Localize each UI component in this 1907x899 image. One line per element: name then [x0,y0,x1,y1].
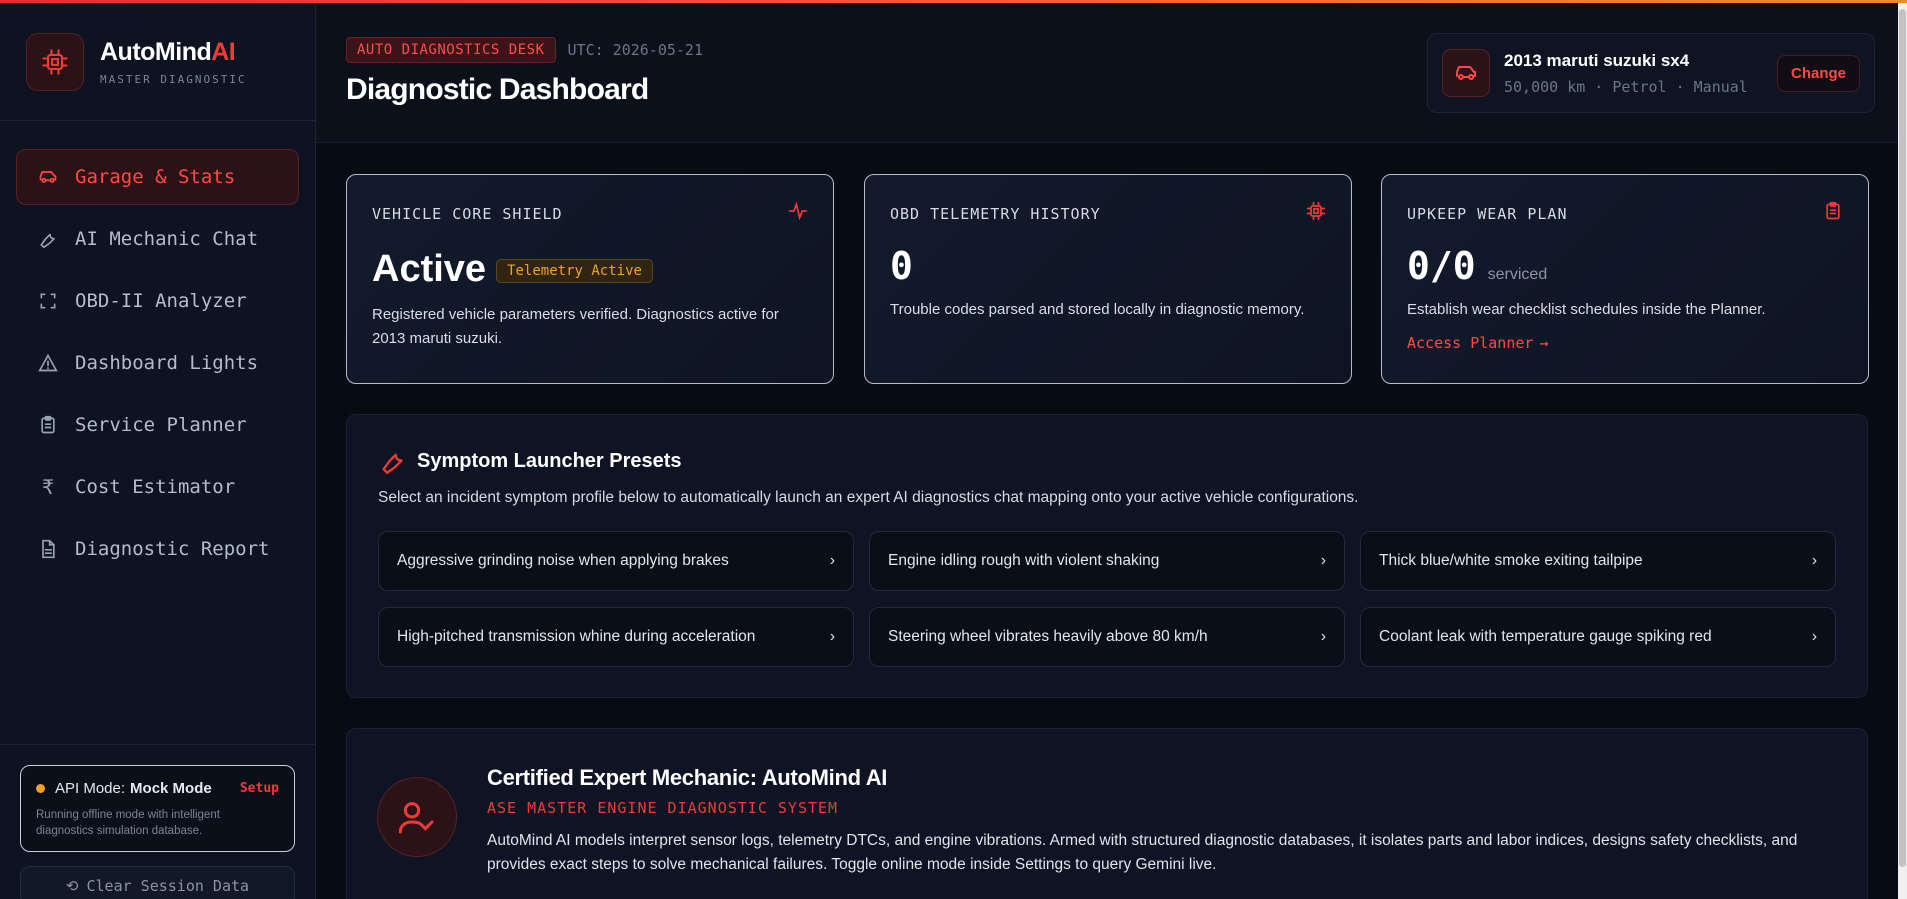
symptom-label: High-pitched transmission whine during a… [397,628,756,645]
upkeep-wear-plan-card: UPKEEP WEAR PLAN 0/0 serviced Establish … [1381,174,1869,384]
wrench-icon [379,447,407,475]
scan-icon [37,290,59,312]
expert-mechanic-panel: Certified Expert Mechanic: AutoMind AI A… [346,728,1868,899]
clipboard-icon [37,414,59,436]
chevron-right-icon: › [1811,552,1817,569]
warning-icon [37,352,59,374]
page-header: AUTO DIAGNOSTICS DESK UTC: 2026-05-21 Di… [316,3,1907,143]
sidebar-item-obd-analyzer[interactable]: OBD-II Analyzer [16,273,299,329]
symptom-preset[interactable]: Engine idling rough with violent shaking… [869,531,1345,591]
panel-title: Symptom Launcher Presets [417,449,682,472]
api-mode-label: API Mode: [55,780,126,797]
rupee-icon: ₹ [41,475,55,499]
mechanic-subtitle: ASE MASTER ENGINE DIAGNOSTIC SYSTEM [487,799,839,817]
dtc-count: 0 [890,244,913,288]
mechanic-description: AutoMind AI models interpret sensor logs… [487,832,1798,873]
symptom-preset[interactable]: High-pitched transmission whine during a… [378,607,854,667]
chip-icon [26,32,84,91]
symptom-preset[interactable]: Thick blue/white smoke exiting tailpipe … [1360,531,1836,591]
card-title: VEHICLE CORE SHIELD [372,204,563,223]
sidebar-item-garage-stats[interactable]: Garage & Stats [16,149,299,205]
scrollbar-thumb[interactable] [1899,9,1906,867]
page-title: Diagnostic Dashboard [346,73,649,106]
mechanic-title: Certified Expert Mechanic: AutoMind AI [487,765,888,790]
change-vehicle-button[interactable]: Change [1776,54,1860,92]
clear-session-button[interactable]: ⟲ Clear Session Data [20,866,295,899]
desk-badge: AUTO DIAGNOSTICS DESK [346,37,556,63]
api-mode-card: API Mode: Mock Mode Setup Running offlin… [20,765,295,852]
pulse-icon [788,201,808,226]
symptom-label: Engine idling rough with violent shaking [888,552,1160,569]
sidebar: AutoMindAI MASTER DIAGNOSTIC Garage & St… [0,3,316,899]
vehicle-core-shield-card: VEHICLE CORE SHIELD Active Telemetry Act… [346,174,834,384]
sidebar-item-label: AI Mechanic Chat [75,228,259,250]
shield-status: Active [372,248,487,290]
symptom-label: Steering wheel vibrates heavily above 80… [888,628,1208,645]
car-icon [1442,49,1490,97]
mechanic-avatar-icon [377,777,457,857]
document-icon [37,538,59,560]
card-description: Registered vehicle parameters verified. … [372,306,779,347]
utc-date: UTC: 2026-05-21 [567,41,703,59]
sidebar-item-label: Garage & Stats [75,166,236,188]
brand: AutoMindAI MASTER DIAGNOSTIC [0,3,315,121]
panel-description: Select an incident symptom profile below… [378,489,1359,506]
sidebar-item-service-planner[interactable]: Service Planner [16,397,299,453]
symptom-label: Thick blue/white smoke exiting tailpipe [1379,552,1643,569]
serviced-label: serviced [1487,266,1548,283]
sidebar-item-ai-mechanic-chat[interactable]: AI Mechanic Chat [16,211,299,267]
obd-telemetry-card: OBD TELEMETRY HISTORY 0 Trouble codes pa… [864,174,1352,384]
symptom-preset[interactable]: Coolant leak with temperature gauge spik… [1360,607,1836,667]
sidebar-item-label: Service Planner [75,414,247,436]
sidebar-nav: Garage & Stats AI Mechanic Chat OBD-II A… [0,121,315,577]
chevron-right-icon: › [1811,628,1817,645]
vehicle-name: 2013 maruti suzuki sx4 [1504,50,1690,70]
page-scrollbar[interactable] [1898,3,1907,899]
sidebar-item-dashboard-lights[interactable]: Dashboard Lights [16,335,299,391]
chip-icon [1306,201,1326,226]
chevron-right-icon: › [829,552,835,569]
chevron-right-icon: › [1320,552,1326,569]
sidebar-item-label: Diagnostic Report [75,538,270,560]
access-planner-link[interactable]: Access Planner → [1407,334,1843,352]
serviced-count: 0/0 [1407,244,1476,288]
sidebar-item-diagnostic-report[interactable]: Diagnostic Report [16,521,299,577]
sidebar-item-cost-estimator[interactable]: ₹ Cost Estimator [16,459,299,515]
clear-session-label: Clear Session Data [86,877,250,895]
sidebar-item-label: Cost Estimator [75,476,236,498]
sidebar-item-label: OBD-II Analyzer [75,290,247,312]
status-dot [36,784,45,793]
brand-name: AutoMindAI [100,37,236,66]
sidebar-footer: API Mode: Mock Mode Setup Running offlin… [0,744,315,899]
card-title: OBD TELEMETRY HISTORY [890,204,1101,223]
chevron-right-icon: › [829,628,835,645]
brand-subtitle: MASTER DIAGNOSTIC [100,72,247,86]
symptom-label: Coolant leak with temperature gauge spik… [1379,628,1712,645]
chevron-right-icon: › [1320,628,1326,645]
api-mode-description: Running offline mode with intelligent di… [36,809,220,837]
active-vehicle-card: 2013 maruti suzuki sx4 50,000 km · Petro… [1427,33,1875,113]
wrench-icon [37,228,59,250]
symptom-preset[interactable]: Steering wheel vibrates heavily above 80… [869,607,1345,667]
card-title: UPKEEP WEAR PLAN [1407,204,1568,223]
arrow-right-icon: → [1539,334,1549,352]
card-description: Trouble codes parsed and stored locally … [890,301,1305,318]
reset-icon: ⟲ [65,877,79,895]
symptom-label: Aggressive grinding noise when applying … [397,552,729,569]
car-icon [37,166,59,188]
symptom-launcher-panel: Symptom Launcher Presets Select an incid… [346,414,1868,698]
vehicle-meta: 50,000 km · Petrol · Manual [1504,77,1748,96]
sidebar-item-label: Dashboard Lights [75,352,259,374]
card-description: Establish wear checklist schedules insid… [1407,301,1766,318]
telemetry-badge: Telemetry Active [496,259,653,283]
api-mode-value: Mock Mode [130,780,212,797]
symptom-preset[interactable]: Aggressive grinding noise when applying … [378,531,854,591]
setup-button[interactable]: Setup [240,781,279,796]
clipboard-icon [1823,201,1843,226]
